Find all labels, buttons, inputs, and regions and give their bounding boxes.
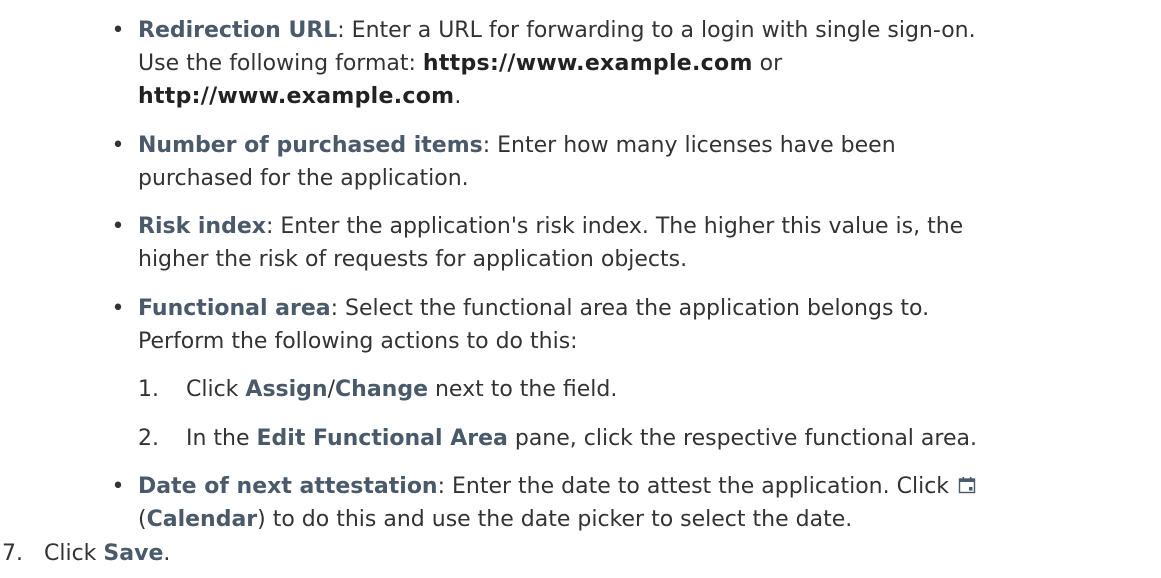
ui-label-change: Change	[335, 377, 428, 402]
url-example-http: http://www.example.com	[138, 84, 455, 109]
bullet-line: Number of purchased items: Enter how man…	[138, 129, 1148, 162]
bullet-line: Perform the following actions to do this…	[138, 325, 1148, 358]
bullet-purchased-items: • Number of purchased items: Enter how m…	[112, 129, 1148, 195]
substep-text-part: /	[327, 377, 336, 402]
substep-text-part: pane, click the respective functional ar…	[507, 426, 977, 451]
bullet-text: ) to do this and use the date picker to …	[257, 507, 853, 532]
bullet-text: or	[752, 51, 783, 76]
term-purchased-items: Number of purchased items	[138, 133, 483, 158]
ui-label-calendar: Calendar	[146, 507, 258, 532]
bullet-line: Use the following format: https://www.ex…	[138, 47, 1148, 80]
substep-number: 2.	[138, 426, 159, 451]
bullet-text: : Enter a URL for forwarding to a login …	[337, 18, 976, 43]
bullet-marker: •	[111, 214, 125, 239]
bullet-line: Risk index: Enter the application's risk…	[138, 210, 1148, 243]
term-redirection-url: Redirection URL	[138, 18, 338, 43]
substep-number: 1.	[138, 377, 159, 402]
substep-text-part: In the	[186, 426, 257, 451]
bullet-text: : Enter the date to attest the applicati…	[437, 474, 950, 499]
bullet-functional-area: • Functional area: Select the functional…	[112, 292, 1148, 358]
bullet-line: Functional area: Select the functional a…	[138, 292, 1148, 325]
bullet-text: purchased for the application.	[138, 166, 469, 191]
term-functional-area: Functional area	[138, 296, 331, 321]
bullet-redirection-url: • Redirection URL: Enter a URL for forwa…	[112, 14, 1148, 113]
substep-text-part: Click	[186, 377, 246, 402]
bullet-text: : Enter the application's risk index. Th…	[265, 214, 964, 239]
bullet-marker: •	[111, 133, 125, 158]
bullet-line: higher the risk of requests for applicat…	[138, 243, 1148, 276]
ui-label-edit-functional-area: Edit Functional Area	[256, 426, 508, 451]
step-7-save: 7. Click Save.	[2, 537, 170, 570]
url-example-https: https://www.example.com	[422, 51, 753, 76]
bullet-text: .	[454, 84, 462, 109]
bullet-risk-index: • Risk index: Enter the application's ri…	[112, 210, 1148, 276]
bullet-date-next-attestation: • Date of next attestation: Enter the da…	[112, 470, 1148, 536]
step-text: Click Save.	[44, 541, 170, 566]
step-text-part: Click	[44, 541, 104, 566]
term-risk-index: Risk index	[138, 214, 266, 239]
bullet-marker: •	[111, 18, 125, 43]
calendar-icon	[958, 477, 976, 494]
step-number: 7.	[2, 541, 23, 566]
bullet-line: purchased for the application.	[138, 162, 1148, 195]
ui-label-save: Save	[103, 541, 164, 566]
term-date-next-attestation: Date of next attestation	[138, 474, 438, 499]
bullet-line: http://www.example.com.	[138, 80, 1148, 113]
bullet-text: Use the following format:	[138, 51, 423, 76]
bullet-line: (Calendar) to do this and use the date p…	[138, 503, 1148, 536]
step-text-part: .	[163, 541, 171, 566]
substep-text-part: next to the field.	[428, 377, 618, 402]
substep-text: In the Edit Functional Area pane, click …	[186, 422, 977, 455]
bullet-line: Date of next attestation: Enter the date…	[138, 470, 1148, 503]
bullet-marker: •	[111, 296, 125, 321]
ui-label-assign: Assign	[245, 377, 328, 402]
substep-text: Click Assign/Change next to the field.	[186, 373, 617, 406]
bullet-marker: •	[111, 474, 125, 499]
bullet-text: : Select the functional area the applica…	[330, 296, 930, 321]
bullet-text: Perform the following actions to do this…	[138, 329, 578, 354]
bullet-text: : Enter how many licenses have been	[482, 133, 896, 158]
bullet-text: (	[138, 507, 147, 532]
bullet-line: Redirection URL: Enter a URL for forward…	[138, 14, 1148, 47]
bullet-text: higher the risk of requests for applicat…	[138, 247, 688, 272]
